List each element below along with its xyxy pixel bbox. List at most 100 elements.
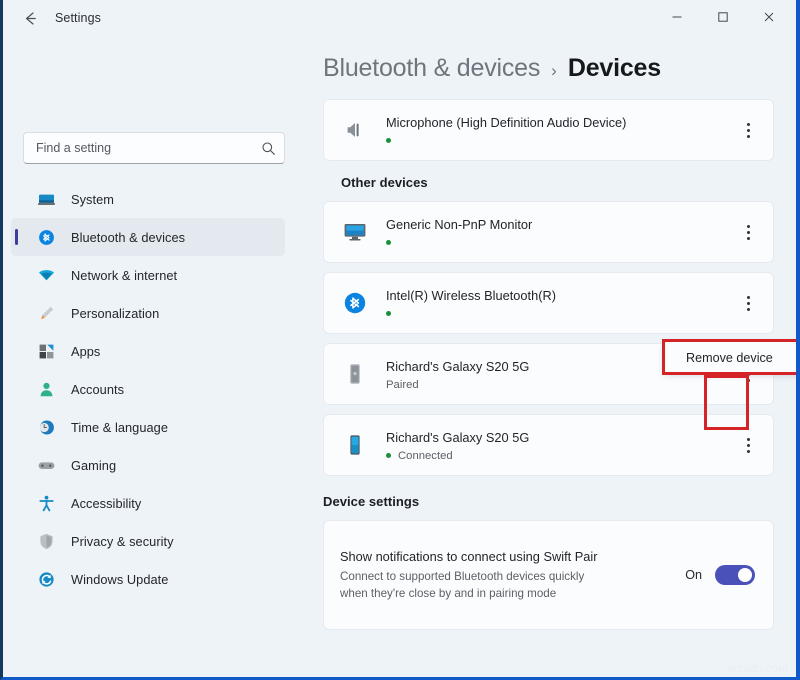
gamepad-icon — [35, 454, 57, 476]
shield-icon — [35, 530, 57, 552]
kebab-dot — [746, 301, 750, 305]
minimize-button[interactable] — [654, 0, 700, 34]
bluetooth-icon — [35, 226, 57, 248]
apps-icon — [35, 340, 57, 362]
sidebar-item-label: Windows Update — [71, 571, 169, 587]
swift-pair-toggle-group: On — [685, 565, 755, 585]
status-text: Paired — [386, 378, 419, 391]
monitor-icon — [35, 188, 57, 210]
sidebar-item-label: Gaming — [71, 457, 117, 473]
device-status — [386, 237, 733, 249]
sidebar-item-system[interactable]: System — [11, 180, 285, 218]
kebab-dot — [746, 443, 750, 447]
chevron-right-icon: › — [551, 61, 557, 80]
sidebar-item-label: Bluetooth & devices — [71, 229, 186, 245]
sidebar-item-windows-update[interactable]: Windows Update — [11, 560, 285, 598]
speaker-icon — [340, 115, 370, 145]
kebab-dot — [746, 295, 750, 299]
sidebar-item-label: Accessibility — [71, 495, 142, 511]
device-card-galaxy-connected[interactable]: Richard's Galaxy S20 5G Connected — [323, 414, 774, 476]
kebab-dot — [746, 307, 750, 311]
status-dot — [386, 240, 391, 245]
maximize-button[interactable] — [700, 0, 746, 34]
sidebar-item-network-internet[interactable]: Network & internet — [11, 256, 285, 294]
device-name: Intel(R) Wireless Bluetooth(R) — [386, 287, 556, 303]
device-list: Microphone (High Definition Audio Device… — [305, 83, 796, 476]
status-dot — [386, 453, 391, 458]
device-name: Generic Non-PnP Monitor — [386, 216, 533, 232]
maximize-icon — [718, 12, 728, 22]
menu-item-remove-device[interactable]: Remove device — [686, 351, 773, 365]
device-card-microphone[interactable]: Microphone (High Definition Audio Device… — [323, 99, 774, 161]
close-icon — [764, 12, 774, 22]
phone-gray-icon — [340, 359, 370, 389]
back-button[interactable] — [13, 3, 47, 33]
device-status: Paired — [386, 379, 733, 391]
sidebar-item-accessibility[interactable]: Accessibility — [11, 484, 285, 522]
kebab-dot — [746, 437, 750, 441]
swift-pair-setting: Show notifications to connect using Swif… — [323, 520, 774, 630]
title-bar: Settings — [3, 0, 796, 36]
sidebar-item-gaming[interactable]: Gaming — [11, 446, 285, 484]
swift-pair-toggle[interactable] — [715, 565, 755, 585]
toggle-state-label: On — [685, 568, 702, 582]
device-menu-button[interactable] — [733, 213, 763, 251]
sidebar-item-label: Privacy & security — [71, 533, 174, 549]
kebab-dot — [746, 128, 750, 132]
kebab-dot — [746, 122, 750, 126]
status-dot — [386, 311, 391, 316]
sidebar-item-personalization[interactable]: Personalization — [11, 294, 285, 332]
selection-indicator — [15, 229, 18, 245]
close-button[interactable] — [746, 0, 792, 34]
kebab-dot — [746, 224, 750, 228]
sidebar-item-time-language[interactable]: Time & language — [11, 408, 285, 446]
device-info: Richard's Galaxy S20 5G Connected — [386, 429, 733, 462]
device-info: Microphone (High Definition Audio Device… — [386, 114, 733, 147]
sidebar-item-label: Apps — [71, 343, 101, 359]
accessibility-icon — [35, 492, 57, 514]
watermark: wsxdn.com — [728, 663, 788, 675]
page-title: Devices — [567, 54, 661, 82]
device-status — [386, 135, 733, 147]
bluetooth-device-icon — [340, 288, 370, 318]
sidebar-item-label: System — [71, 191, 114, 207]
search-container — [23, 132, 285, 164]
sidebar-item-label: Accounts — [71, 381, 125, 397]
breadcrumb: Bluetooth & devices › Devices — [305, 36, 796, 83]
monitor-device-icon — [340, 217, 370, 247]
status-dot — [386, 138, 391, 143]
sidebar-item-label: Personalization — [71, 305, 160, 321]
swift-pair-description: Connect to supported Bluetooth devices q… — [340, 570, 585, 600]
clock-globe-icon — [35, 416, 57, 438]
kebab-dot — [746, 134, 750, 138]
sidebar: System Bluetooth & devices — [3, 36, 305, 677]
sidebar-item-apps[interactable]: Apps — [11, 332, 285, 370]
sidebar-nav: System Bluetooth & devices Network & int… — [3, 180, 305, 598]
phone-blue-icon — [340, 430, 370, 460]
status-text: Connected — [398, 449, 453, 462]
window-controls — [654, 0, 796, 36]
sidebar-item-accounts[interactable]: Accounts — [11, 370, 285, 408]
kebab-dot — [746, 378, 750, 382]
sidebar-item-label: Network & internet — [71, 267, 178, 283]
device-menu-button[interactable] — [733, 284, 763, 322]
sidebar-item-bluetooth-devices[interactable]: Bluetooth & devices — [11, 218, 285, 256]
search-input[interactable] — [36, 141, 261, 155]
section-heading-other-devices: Other devices — [341, 175, 428, 190]
sidebar-item-privacy-security[interactable]: Privacy & security — [11, 522, 285, 560]
search-box[interactable] — [23, 132, 285, 164]
device-card-intel-bluetooth[interactable]: Intel(R) Wireless Bluetooth(R) — [323, 272, 774, 334]
wifi-icon — [35, 264, 57, 286]
breadcrumb-parent[interactable]: Bluetooth & devices — [323, 54, 540, 83]
device-card-generic-monitor[interactable]: Generic Non-PnP Monitor — [323, 201, 774, 263]
update-icon — [35, 568, 57, 590]
device-menu-button[interactable] — [733, 426, 763, 464]
person-icon — [35, 378, 57, 400]
settings-window: Settings Find a setting System Bluetooth… — [0, 0, 800, 680]
kebab-dot — [746, 449, 750, 453]
arrow-left-icon — [25, 11, 36, 25]
device-menu-button[interactable] — [733, 111, 763, 149]
device-info: Intel(R) Wireless Bluetooth(R) — [386, 287, 733, 320]
sidebar-item-label: Time & language — [71, 419, 169, 435]
window-title: Settings — [55, 11, 101, 25]
